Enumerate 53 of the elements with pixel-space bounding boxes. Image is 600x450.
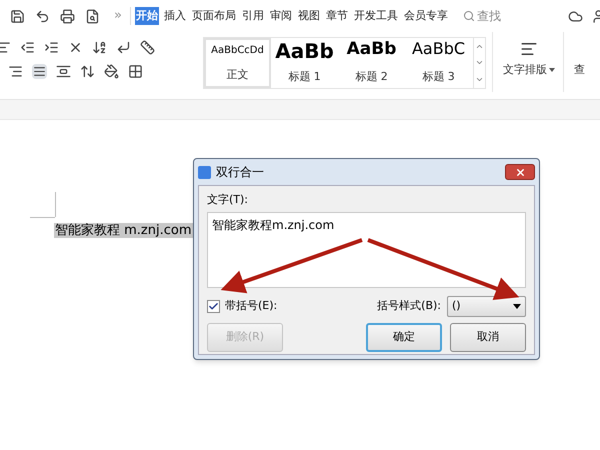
cloud-icon[interactable] <box>568 8 583 24</box>
text-label: 文字(T): <box>207 192 250 208</box>
checkbox-label: 带括号(E): <box>225 298 278 314</box>
print-preview-icon[interactable] <box>85 8 100 24</box>
ribbon-tab[interactable]: 开发工具 <box>352 7 399 25</box>
close-button[interactable] <box>505 164 535 180</box>
ribbon-tab[interactable]: 页面布局 <box>190 7 237 25</box>
style-option[interactable]: AaBb 标题 1 <box>271 38 338 88</box>
style-preview: AaBb <box>346 41 396 58</box>
justify-icon[interactable] <box>32 64 47 79</box>
ribbon-tab[interactable]: 审阅 <box>268 7 293 25</box>
ribbon-tab[interactable]: 开始 <box>134 7 159 25</box>
close-icon <box>514 166 526 178</box>
dialog-title: 双行合一 <box>216 164 264 181</box>
style-option[interactable]: AaBb 标题 2 <box>338 38 405 88</box>
print-icon[interactable] <box>60 8 75 24</box>
align-right-icon[interactable] <box>8 64 23 79</box>
dialog-button[interactable]: 确定 <box>366 322 442 352</box>
document-text: 智能家教程 m.znj.com <box>54 223 192 238</box>
ribbon-tab[interactable]: 章节 <box>324 7 349 25</box>
indent-icon[interactable] <box>44 40 59 55</box>
ruler-icon[interactable] <box>140 40 155 55</box>
border-icon[interactable] <box>128 64 143 79</box>
text-layout-button[interactable]: 文字排版 <box>503 40 555 78</box>
line-spacing-icon[interactable] <box>80 64 95 79</box>
bracket-checkbox[interactable] <box>207 300 220 312</box>
text-input[interactable]: 智能家教程m.znj.com <box>207 212 526 288</box>
search-icon <box>462 10 475 22</box>
style-option[interactable]: AaBbC 标题 3 <box>405 38 472 88</box>
style-preview: AaBbC <box>412 41 466 57</box>
outdent-icon[interactable] <box>20 40 35 55</box>
app-logo-icon <box>198 166 211 178</box>
style-preview: AaBb <box>275 41 334 61</box>
search-button[interactable]: 查找 <box>462 7 501 25</box>
bracket-style-label: 括号样式(B): <box>377 298 441 314</box>
bracket-style-dropdown[interactable]: () <box>447 296 526 316</box>
undo-icon[interactable] <box>35 8 50 24</box>
line-break-icon[interactable] <box>116 40 131 55</box>
ribbon-tab[interactable]: 视图 <box>296 7 321 25</box>
style-option[interactable]: AaBbCcDd 正文 <box>204 38 271 88</box>
ribbon-tab[interactable]: 引用 <box>240 7 265 25</box>
ribbon-tab[interactable]: 插入 <box>162 7 187 25</box>
ribbon-tab[interactable]: 会员专享 <box>402 7 449 25</box>
sort-icon[interactable] <box>92 40 107 55</box>
text-layout-icon <box>520 40 538 58</box>
list-icon[interactable] <box>0 40 11 55</box>
shading-icon[interactable] <box>104 64 119 79</box>
save-icon[interactable] <box>10 8 25 24</box>
distribute-icon[interactable] <box>56 64 71 79</box>
dialog-button[interactable]: 取消 <box>450 322 526 352</box>
style-preview: AaBbCcDd <box>211 44 264 58</box>
caret-icon <box>549 68 555 72</box>
find-button[interactable]: 查 <box>574 62 585 78</box>
